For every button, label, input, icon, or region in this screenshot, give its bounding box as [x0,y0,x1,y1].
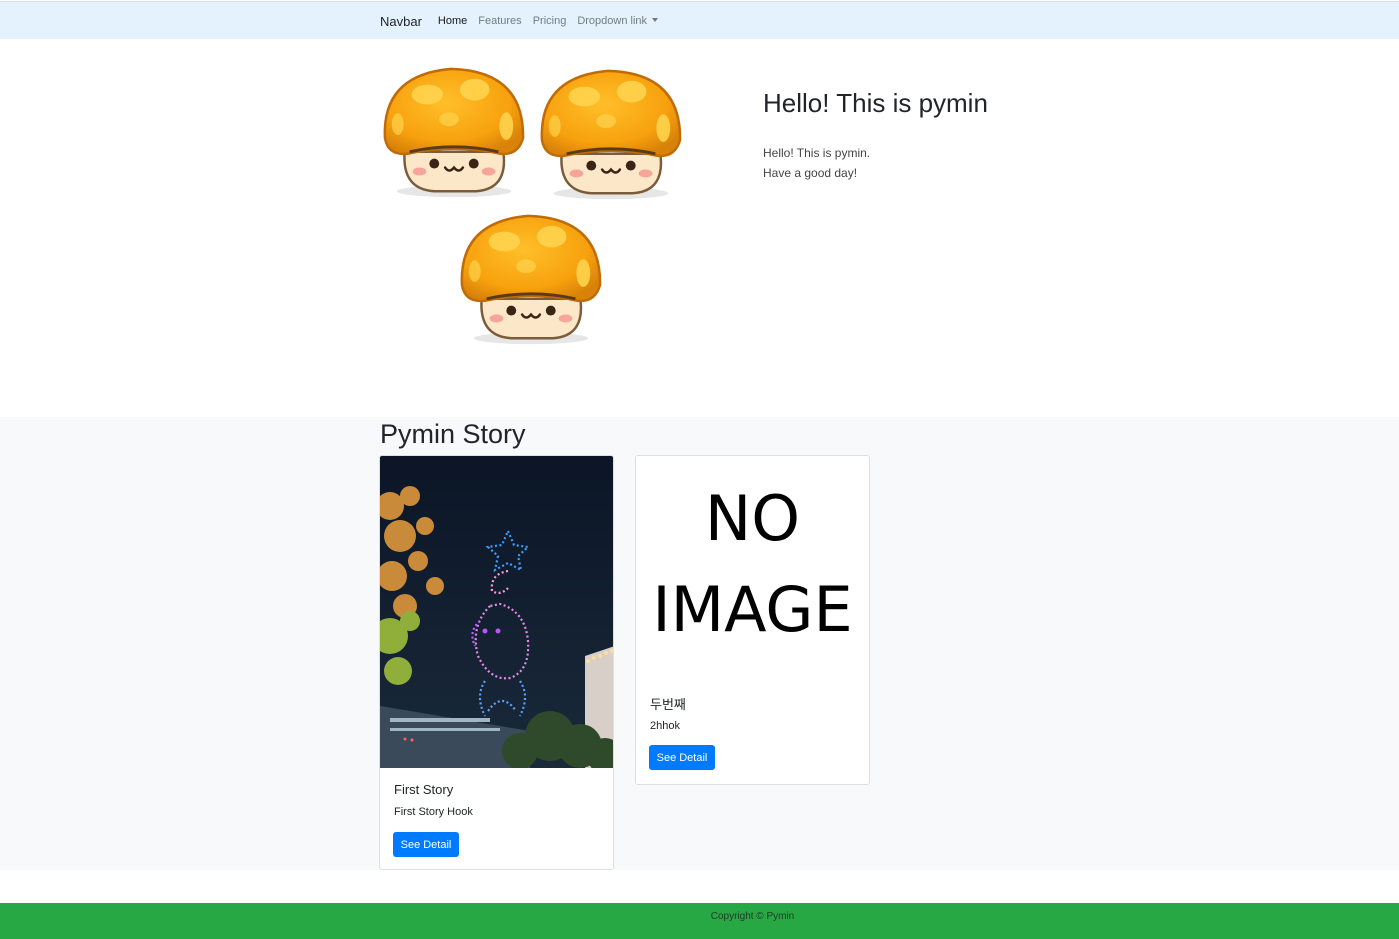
story-card-1: First Story First Story Hook See Detail [379,455,614,870]
hero-title: Hello! This is pymin [763,88,988,118]
card-2-title: 두번째 [650,698,686,713]
night-drone-show-photo [380,456,613,768]
mushroom-image-2 [537,66,685,206]
no-image-line2: IMAGE [652,573,853,646]
no-image-line1: NO [704,482,801,555]
navbar: Navbar Home Features Pricing Dropdown li… [0,1,1399,39]
caret-down-icon [652,18,659,22]
footer-copyright: Copyright © Pymin [710,911,795,922]
navbar-inner: Navbar Home Features Pricing Dropdown li… [380,2,669,40]
footer: Copyright © Pymin [0,903,1399,939]
navbar-brand[interactable]: Navbar [380,14,422,29]
card-2-hook: 2hhok [650,720,680,732]
nav-link-home[interactable]: Home [438,15,467,27]
hero-text-line1: Hello! This is pymin. [763,146,871,160]
mushroom-image-1 [380,64,528,204]
nav-link-pricing[interactable]: Pricing [533,15,567,27]
card-1-title: First Story [394,782,454,797]
dropdown-label: Dropdown link [577,15,648,27]
mushroom-image-3 [457,211,605,351]
story-card-2: NO IMAGE 두번째 2hhok See Detail [635,455,870,785]
card-1-hook: First Story Hook [394,806,473,818]
nav-link-features[interactable]: Features [478,15,521,27]
card-1-see-detail-button[interactable]: See Detail [393,832,459,857]
nav-link-dropdown[interactable]: Dropdown link [577,15,659,27]
card-2-see-detail-button[interactable]: See Detail [649,745,715,770]
hero-text-line2: Have a good day! [763,166,858,180]
story-title: Pymin Story [380,419,526,449]
hero-text: Hello! This is pymin. Have a good day! [763,143,870,183]
